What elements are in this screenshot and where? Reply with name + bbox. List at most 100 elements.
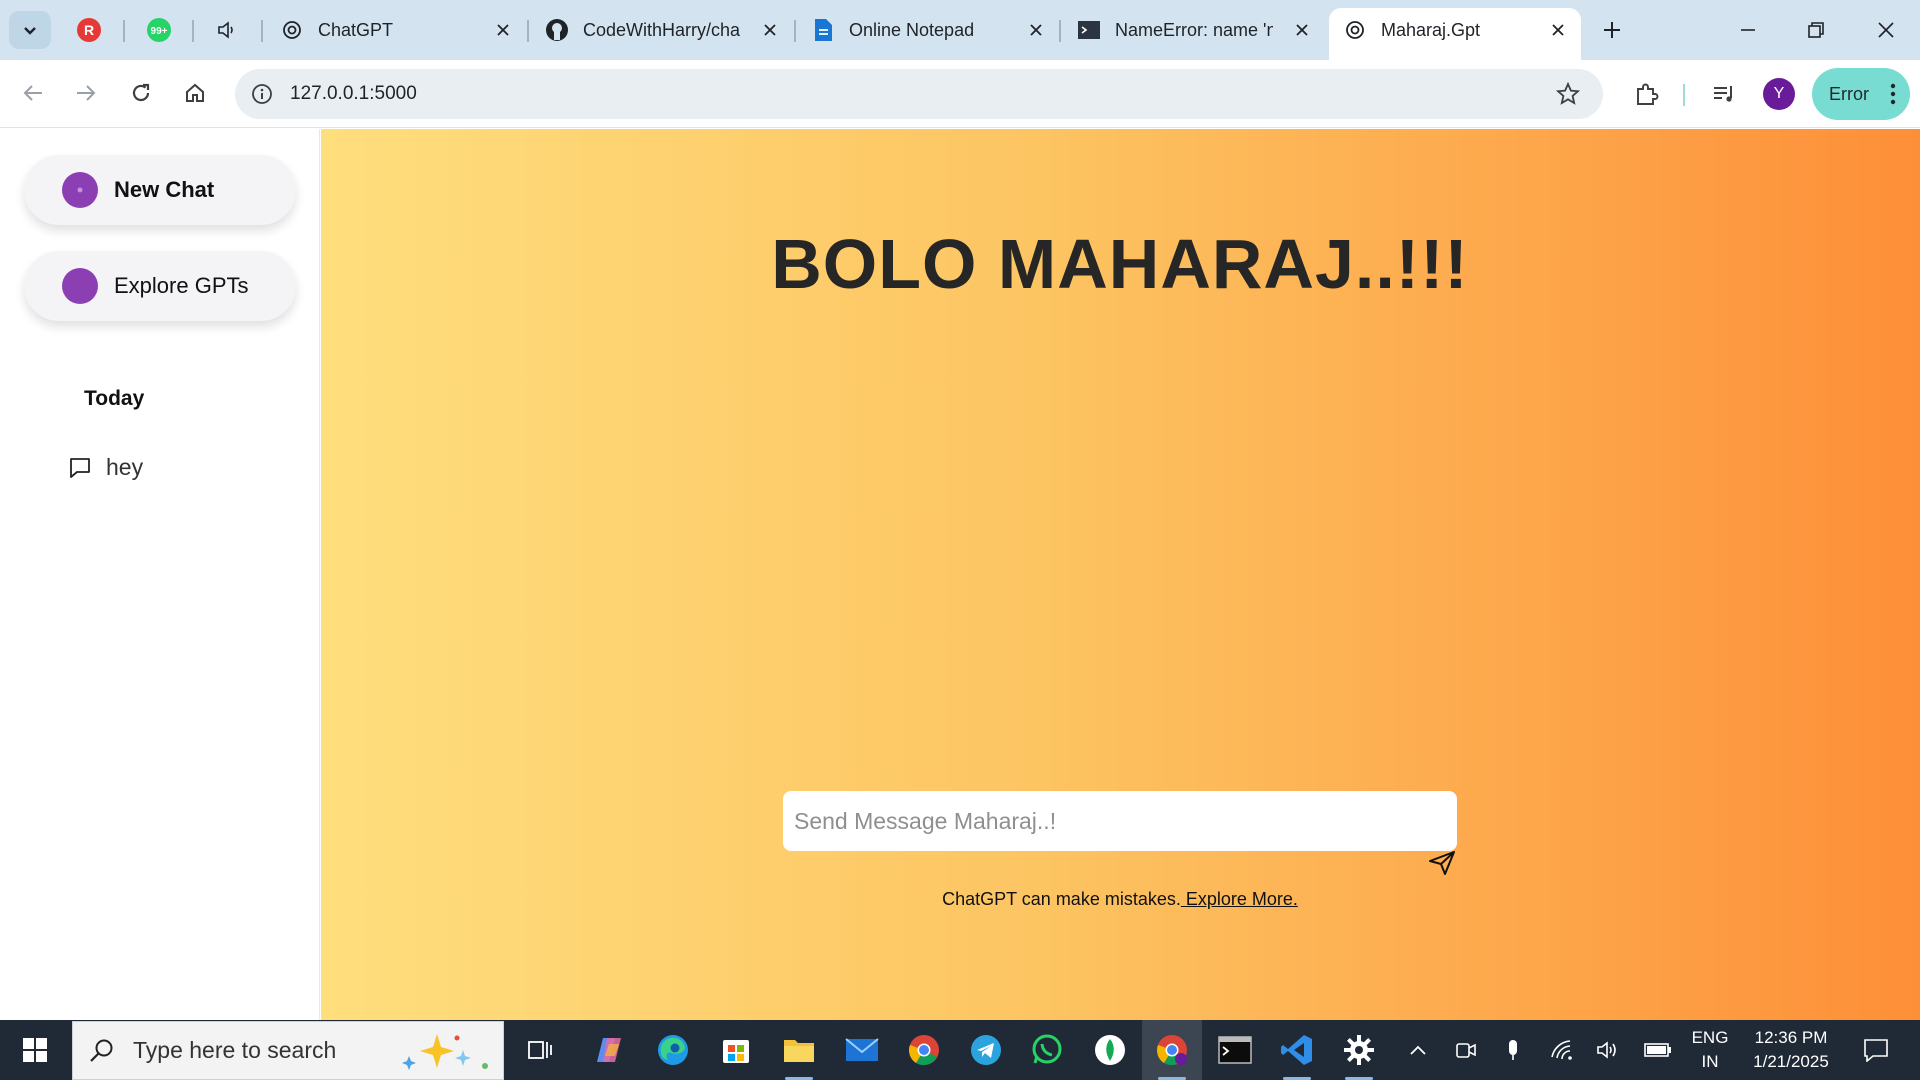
send-button[interactable] xyxy=(1425,847,1459,879)
new-chat-button[interactable]: New Chat xyxy=(24,155,296,225)
chevron-down-icon xyxy=(24,27,36,35)
puzzle-icon xyxy=(1637,83,1659,105)
back-button[interactable] xyxy=(12,72,54,114)
explore-more-link[interactable]: Explore More. xyxy=(1181,889,1298,909)
microphone-icon xyxy=(1509,1040,1517,1060)
plus-icon xyxy=(1604,22,1620,38)
history-section-heading: Today xyxy=(84,387,145,410)
minimize-button[interactable] xyxy=(1720,8,1776,52)
task-view-icon xyxy=(528,1041,552,1059)
more-vert-icon xyxy=(1890,83,1896,105)
close-icon[interactable] xyxy=(1291,19,1313,41)
restore-button[interactable] xyxy=(1788,8,1844,52)
tray-meet-now[interactable] xyxy=(1450,1020,1482,1080)
taskbar-mongodb[interactable] xyxy=(1080,1020,1140,1080)
store-icon xyxy=(723,1040,749,1063)
media-controls-button[interactable] xyxy=(1703,73,1745,115)
close-icon[interactable] xyxy=(1025,19,1047,41)
tray-volume[interactable] xyxy=(1592,1020,1626,1080)
system-clock[interactable]: 12:36 PM 1/21/2025 xyxy=(1744,1026,1838,1074)
battery-charging-icon xyxy=(1644,1043,1671,1057)
close-window-button[interactable] xyxy=(1858,8,1914,52)
taskbar-chrome[interactable] xyxy=(894,1020,954,1080)
taskbar-settings[interactable] xyxy=(1329,1020,1389,1080)
home-icon xyxy=(186,83,204,102)
video-camera-icon xyxy=(1456,1043,1476,1058)
chat-main-area: BOLO MAHARAJ..!!! ChatGPT can make mista… xyxy=(321,129,1920,1020)
whatsapp-icon xyxy=(1032,1034,1062,1064)
tray-microphone[interactable] xyxy=(1497,1020,1529,1080)
terminal-icon xyxy=(1077,18,1101,42)
profile-avatar[interactable]: Y xyxy=(1763,78,1795,110)
mongodb-leaf-icon xyxy=(1095,1035,1125,1065)
tab-title: Maharaj.Gpt xyxy=(1381,19,1481,40)
update-error-button[interactable]: Error xyxy=(1812,68,1910,120)
search-placeholder: Type here to search xyxy=(133,1037,337,1063)
browser-toolbar: 127.0.0.1:5000 Y Error xyxy=(0,60,1920,128)
tab-search-button[interactable] xyxy=(9,11,51,49)
taskbar-vscode[interactable] xyxy=(1267,1020,1327,1080)
notification-icon xyxy=(1864,1039,1888,1062)
task-view-button[interactable] xyxy=(510,1020,570,1080)
tab-maharaj-gpt[interactable]: Maharaj.Gpt xyxy=(1329,8,1581,60)
close-icon[interactable] xyxy=(1547,19,1569,41)
history-item[interactable]: hey xyxy=(68,454,143,481)
start-button[interactable] xyxy=(0,1020,70,1080)
tab-divider xyxy=(527,20,529,42)
openai-icon xyxy=(280,18,304,42)
document-icon xyxy=(811,18,835,42)
reload-button[interactable] xyxy=(120,72,162,114)
forward-button[interactable] xyxy=(65,72,107,114)
tray-battery[interactable] xyxy=(1640,1020,1676,1080)
taskbar-search[interactable]: Type here to search xyxy=(72,1021,504,1080)
tray-network[interactable] xyxy=(1545,1020,1579,1080)
toolbar-divider xyxy=(1683,84,1685,106)
taskbar-copilot[interactable] xyxy=(580,1020,640,1080)
svg-text:R: R xyxy=(84,22,94,38)
language-indicator[interactable]: ENG IN xyxy=(1686,1026,1734,1074)
gear-icon xyxy=(1344,1035,1374,1065)
explore-gpts-button[interactable]: Explore GPTs xyxy=(24,251,296,321)
vscode-icon xyxy=(1281,1035,1312,1065)
arrow-left-icon xyxy=(23,85,42,101)
extensions-button[interactable] xyxy=(1626,73,1668,115)
home-button[interactable] xyxy=(174,72,216,114)
url-text[interactable]: 127.0.0.1:5000 xyxy=(290,83,417,105)
taskbar-telegram[interactable] xyxy=(956,1020,1016,1080)
edge-icon xyxy=(658,1035,688,1065)
taskbar-terminal[interactable] xyxy=(1205,1020,1265,1080)
pinned-tab-whatsapp[interactable]: 99+ xyxy=(138,11,180,49)
notification-center-button[interactable] xyxy=(1848,1020,1904,1080)
tab-chatgpt[interactable]: ChatGPT xyxy=(266,8,526,52)
taskbar-store[interactable] xyxy=(706,1020,766,1080)
history-item-label: hey xyxy=(106,454,144,480)
pinned-tab-audio[interactable] xyxy=(206,11,248,49)
taskbar-file-explorer[interactable] xyxy=(769,1020,829,1080)
web-page: New Chat Explore GPTs Today hey BOLO MAH… xyxy=(0,129,1920,1020)
close-icon[interactable] xyxy=(492,19,514,41)
taskbar-chrome-active[interactable] xyxy=(1142,1020,1202,1080)
github-icon xyxy=(545,18,569,42)
tab-github[interactable]: CodeWithHarry/cha xyxy=(531,8,793,52)
address-bar[interactable]: 127.0.0.1:5000 xyxy=(235,69,1603,119)
bookmark-star-icon[interactable] xyxy=(1553,79,1583,109)
new-tab-button[interactable] xyxy=(1591,13,1633,47)
pinned-tab-r[interactable]: R xyxy=(68,11,110,49)
tab-online-notepad[interactable]: Online Notepad xyxy=(797,8,1059,52)
taskbar-mail[interactable] xyxy=(832,1020,892,1080)
chrome-icon xyxy=(1157,1035,1187,1066)
tray-overflow-button[interactable] xyxy=(1400,1020,1436,1080)
tab-divider xyxy=(1059,20,1061,42)
taskbar-edge[interactable] xyxy=(643,1020,703,1080)
clock-date: 1/21/2025 xyxy=(1753,1052,1829,1071)
message-input[interactable] xyxy=(783,791,1457,851)
wifi-icon xyxy=(1551,1040,1572,1060)
tab-divider xyxy=(794,20,796,42)
close-icon[interactable] xyxy=(759,19,781,41)
speaker-icon xyxy=(1597,1041,1616,1059)
site-info-icon[interactable] xyxy=(247,79,277,109)
error-label: Error xyxy=(1829,83,1869,104)
taskbar-whatsapp[interactable] xyxy=(1017,1020,1077,1080)
tab-nameerror[interactable]: NameError: name 'n xyxy=(1063,8,1325,52)
r-badge-icon: R xyxy=(77,18,101,42)
